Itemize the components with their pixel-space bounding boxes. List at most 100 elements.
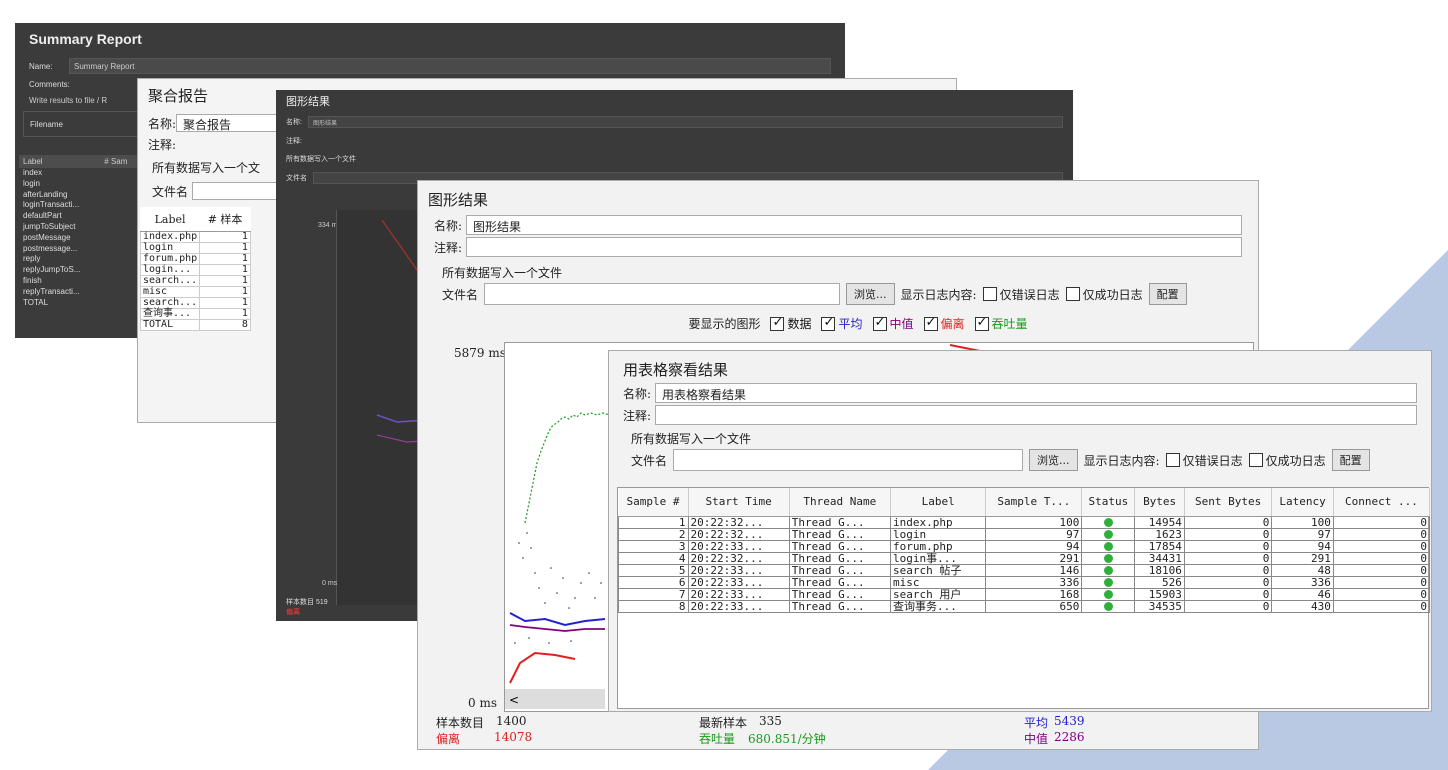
legend-throughput-checkbox[interactable]: 吞吐量 [974,315,1028,332]
results-cell-sent: 0 [1183,515,1273,529]
table-row[interactable]: 4 20:22:32... Thread G... login事... 291 34431… [618,551,1431,565]
graph-dark-comment-label: 注释: [286,138,302,145]
table-row[interactable]: search... 1 [139,275,251,287]
table-row[interactable]: 查询事... 1 [139,308,251,320]
summary-row-samples [100,254,139,265]
table-row[interactable]: login 1 [139,242,251,254]
table-row[interactable]: search... 1 [139,297,251,309]
graph-average-value: 5439 [1054,714,1085,728]
results-col-header[interactable]: Sent Bytes [1184,488,1273,517]
table-row[interactable]: 2 20:22:32... Thread G... login 97 1623 0 97 0 [618,527,1431,541]
table-row[interactable]: login [19,179,139,190]
results-cell-sent: 0 [1183,563,1273,577]
table-row[interactable]: TOTAL [19,298,139,309]
screenshot-stage: Summary Report Name: Summary Report Comm… [0,0,1448,770]
results-col-header[interactable]: Thread Name [789,488,891,517]
table-row[interactable]: afterLanding [19,190,139,201]
table-row[interactable]: loginTransacti... [19,200,139,211]
table-view-config-button[interactable]: 配置 [1331,449,1370,471]
table-view-name-field[interactable]: 用表格察看结果 [655,383,1417,403]
table-row[interactable]: defaultPart [19,211,139,222]
graph-dark-deviation-label: 偏离 [286,609,300,616]
table-row[interactable]: replyJumpToS... [19,265,139,276]
graph-file-label: 文件名 [442,287,479,302]
results-cell-latency: 46 [1271,587,1334,601]
results-cell-thread: Thread G... [788,515,891,529]
results-cell-bytes: 14954 [1134,515,1185,529]
graph-config-button[interactable]: 配置 [1148,283,1187,305]
summary-filename-label: Filename [30,120,63,129]
results-cell-bytes: 18106 [1134,563,1185,577]
graph-name-field[interactable]: 图形结果 [466,215,1242,235]
table-row[interactable]: postMessage [19,233,139,244]
table-row[interactable]: 1 20:22:32... Thread G... index.php 100 14954… [618,515,1431,529]
summary-col-label[interactable]: Label [19,155,101,168]
results-cell-connect: 0 [1332,527,1431,541]
results-cell-start: 20:22:33... [687,575,790,589]
graph-browse-button[interactable]: 浏览... [846,283,895,305]
results-col-header[interactable]: Start Time [688,488,790,517]
table-view-file-field[interactable] [673,449,1024,471]
summary-row-samples [100,168,139,179]
table-row[interactable]: replyTransacti... [19,287,139,298]
table-row[interactable]: index [19,168,139,179]
legend-data-checkbox[interactable]: 数据 [770,315,811,332]
table-row[interactable]: 3 20:22:33... Thread G... forum.php 94 17854 0… [618,539,1431,553]
aggregate-col-label[interactable]: Label [140,207,200,232]
results-col-header[interactable]: Status [1081,488,1136,517]
table-row[interactable]: finish [19,276,139,287]
results-col-header[interactable]: Bytes [1134,488,1185,517]
results-cell-label: forum.php [889,539,987,553]
results-col-header[interactable]: Sample T... [985,488,1083,517]
table-row[interactable]: index.php 1 [139,231,251,243]
summary-name-row: Name: Summary Report [15,55,845,77]
graph-errors-only-checkbox[interactable]: 仅错误日志 [982,286,1060,303]
table-view-browse-button[interactable]: 浏览... [1029,449,1078,471]
results-cell-bytes: 526 [1134,575,1185,589]
table-row[interactable]: 7 20:22:33... Thread G... search 用户 168 15903… [618,587,1431,601]
summary-row-label: postmessage... [23,243,78,253]
results-cell-thread: Thread G... [788,551,891,565]
summary-name-field[interactable]: Summary Report [69,58,831,74]
table-view-comment-field[interactable] [655,405,1417,425]
table-row[interactable]: TOTAL 8 [139,319,251,331]
results-table: Sample # Start Time Thread Name Label Sample… [618,488,1431,613]
graph-y-top: 5879 ms [454,346,506,360]
results-col-header[interactable]: Label [890,488,987,517]
table-row[interactable]: forum.php 1 [139,253,251,265]
table-row[interactable]: login... 1 [139,264,251,276]
graph-dark-name-field[interactable]: 图形结果 [307,116,1063,128]
summary-row-label: reply [23,254,41,264]
table-view-success-only-checkbox[interactable]: 仅成功日志 [1248,452,1326,469]
aggregate-row-label: forum.php [139,253,201,265]
table-row[interactable]: postmessage... [19,244,139,255]
graph-file-field[interactable] [484,283,841,305]
legend-deviation-checkbox[interactable]: 偏离 [923,315,965,332]
aggregate-col-samples[interactable]: # 样本 [199,207,251,232]
table-row[interactable]: misc 1 [139,286,251,298]
table-row[interactable]: 6 20:22:33... Thread G... misc 336 526 0 336 0 [618,575,1431,589]
summary-row-samples [100,287,139,298]
graph-scroll-left-icon[interactable]: < [509,693,519,707]
status-ok-icon [1103,554,1113,563]
table-row[interactable]: 8 20:22:33... Thread G... 查询事务... 650 34535 0 4… [618,599,1431,613]
table-row[interactable]: jumpToSubject [19,222,139,233]
results-col-header[interactable]: Sample # [618,488,689,517]
table-row[interactable]: reply [19,254,139,265]
results-cell-n: 8 [618,599,689,613]
summary-col-samples[interactable]: # Sam [100,155,139,168]
results-col-header[interactable]: Connect ... [1333,488,1431,517]
legend-median-checkbox[interactable]: 中值 [872,315,914,332]
table-view-errors-only-checkbox[interactable]: 仅错误日志 [1165,452,1243,469]
graph-comment-field[interactable] [466,237,1242,257]
aggregate-row-samples: 1 [199,308,251,320]
results-cell-n: 6 [618,575,689,589]
results-cell-time: 97 [985,527,1083,541]
graph-success-only-checkbox[interactable]: 仅成功日志 [1065,286,1143,303]
results-col-header[interactable]: Latency [1271,488,1334,517]
legend-average-checkbox[interactable]: 平均 [821,315,863,332]
graph-y-bottom: 0 ms [468,696,497,710]
table-row[interactable]: 5 20:22:33... Thread G... search 帖子 146 18106… [618,563,1431,577]
results-cell-thread: Thread G... [788,587,891,601]
graph-legend: 要显示的图形 数据 平均 中值 偏离 吞吐量 [458,307,1258,332]
